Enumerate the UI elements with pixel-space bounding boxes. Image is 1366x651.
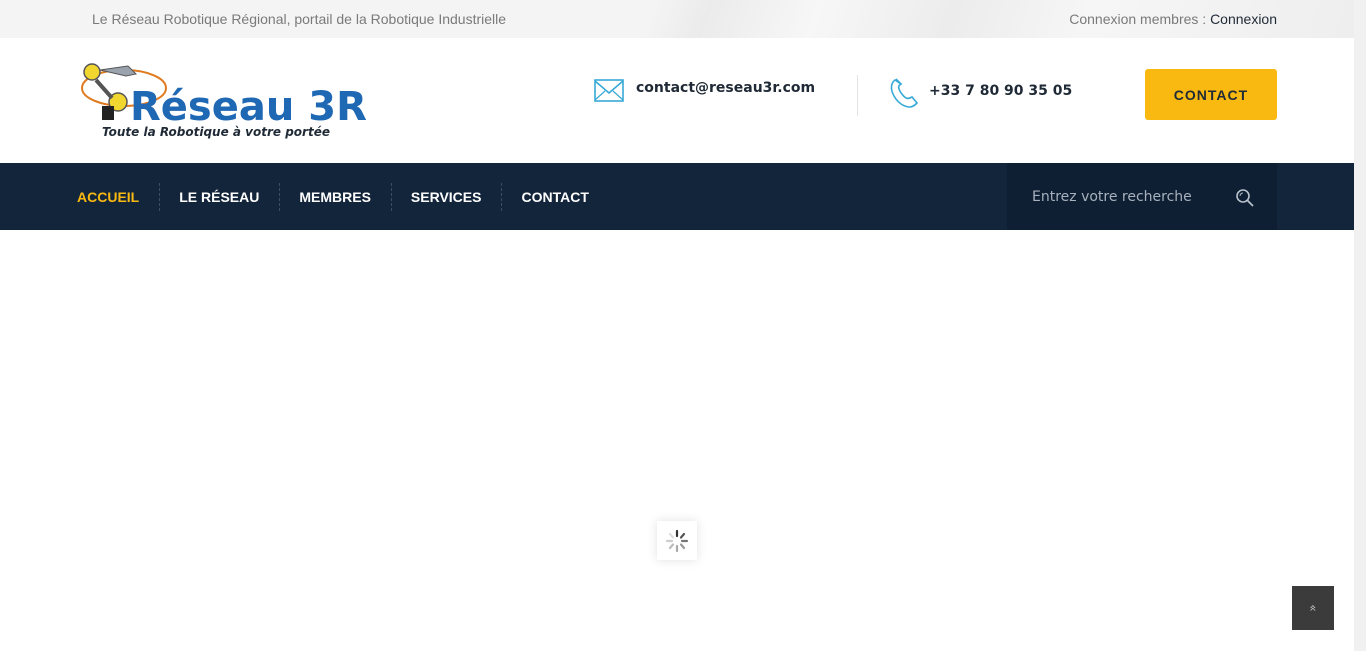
member-login: Connexion membres : Connexion — [1069, 11, 1277, 27]
nav-item-membres[interactable]: MEMBRES — [279, 182, 391, 211]
login-link[interactable]: Connexion — [1210, 11, 1277, 27]
search-input[interactable] — [1032, 183, 1222, 210]
phone-icon — [890, 78, 919, 108]
logo-subtitle: Toute la Robotique à votre portée — [102, 125, 330, 139]
contact-email: contact@reseau3r.com — [594, 76, 815, 106]
search-box — [1007, 163, 1277, 230]
back-to-top-button[interactable]: » — [1292, 586, 1334, 630]
logo-main-text: Réseau 3R — [130, 84, 367, 130]
nav-item-services[interactable]: SERVICES — [390, 182, 502, 211]
main-nav: ACCUEIL LE RÉSEAU MEMBRES SERVICES CONTA… — [0, 163, 1354, 230]
logo-graphic: Réseau 3R Toute la Robotique à votre por… — [81, 63, 367, 139]
nav-item-contact[interactable]: CONTACT — [501, 182, 608, 211]
header-divider — [857, 75, 858, 116]
top-bar: Le Réseau Robotique Régional, portail de… — [0, 0, 1354, 38]
phone-number[interactable]: +33 7 80 90 35 05 — [929, 83, 1072, 99]
envelope-icon — [594, 79, 624, 102]
search-icon[interactable] — [1235, 188, 1255, 208]
email-address[interactable]: contact@reseau3r.com — [636, 80, 815, 96]
contact-phone: +33 7 80 90 35 05 — [889, 77, 1072, 109]
site-logo[interactable]: Réseau 3R Toute la Robotique à votre por… — [78, 62, 378, 142]
double-chevron-up-icon: » — [1306, 604, 1320, 612]
nav-item-accueil[interactable]: ACCUEIL — [77, 183, 159, 211]
page-loader — [657, 521, 697, 560]
nav-item-le-reseau[interactable]: LE RÉSEAU — [159, 182, 279, 211]
site-tagline: Le Réseau Robotique Régional, portail de… — [92, 11, 507, 27]
page-scrollbar[interactable] — [1354, 0, 1366, 651]
nav-menu: ACCUEIL LE RÉSEAU MEMBRES SERVICES CONTA… — [77, 163, 609, 230]
contact-button[interactable]: CONTACT — [1145, 69, 1277, 120]
spinner-icon — [665, 529, 689, 552]
login-prefix: Connexion membres : — [1069, 11, 1211, 27]
